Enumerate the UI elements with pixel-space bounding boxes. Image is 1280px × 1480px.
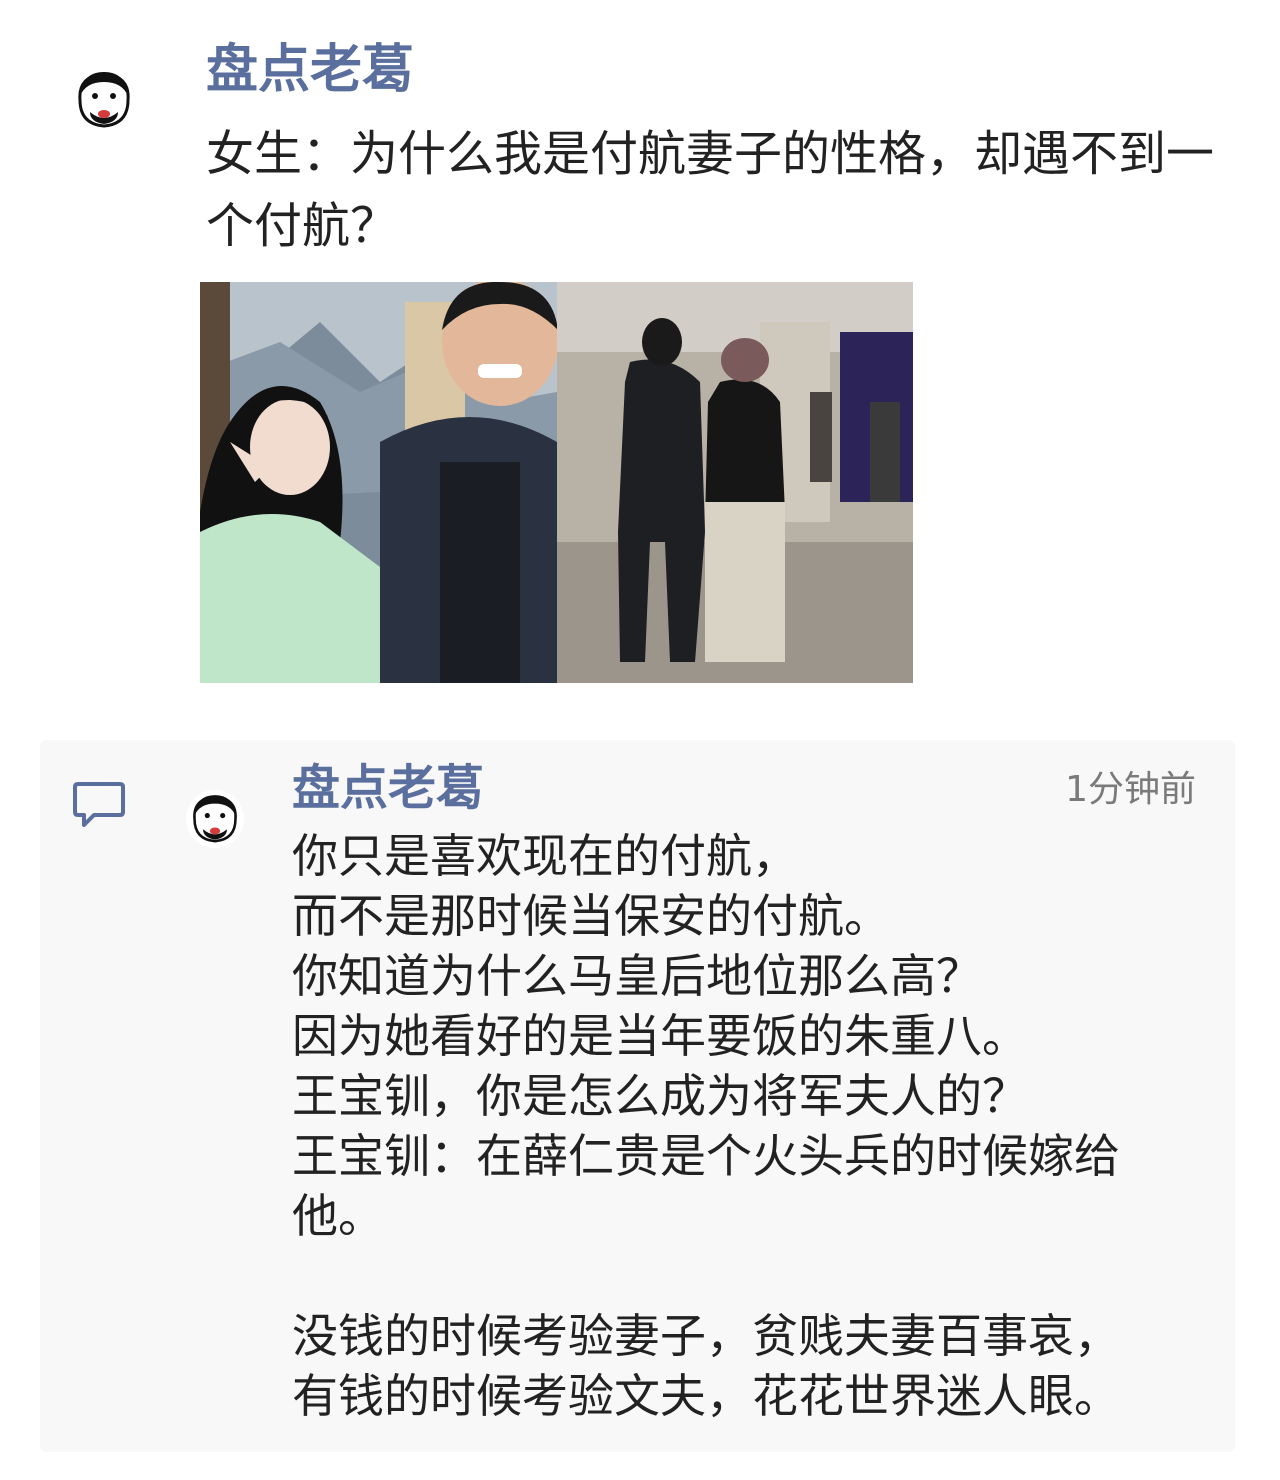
photo-selfie-couple <box>200 282 558 683</box>
reply-author-name[interactable]: 盘点老葛 <box>292 758 484 818</box>
reply-line: 因为她看好的是当年要饭的朱重八。 <box>292 1009 1028 1063</box>
reply-text: 你只是喜欢现在的付航， 而不是那时候当保安的付航。 你知道为什么马皇后地位那么高… <box>292 826 1212 1426</box>
reply-line: 他。 <box>292 1189 384 1243</box>
post-author-name[interactable]: 盘点老葛 <box>206 38 414 102</box>
reply-author-avatar[interactable] <box>186 790 244 848</box>
photo-mall-walking <box>557 282 913 683</box>
reply-line: 王宝钏，你是怎么成为将军夫人的？ <box>292 1069 1028 1123</box>
cartoon-face-avatar-icon <box>78 72 130 128</box>
reply-line: 你只是喜欢现在的付航， <box>292 829 798 883</box>
cartoon-face-avatar-icon <box>193 795 237 843</box>
reply-line: 没钱的时候考验妻子，贫贱夫妻百事哀， <box>292 1309 1120 1363</box>
post-text: 女生：为什么我是付航妻子的性格，却遇不到一个付航？ <box>206 126 1215 254</box>
author-avatar[interactable] <box>70 66 138 134</box>
reply-line: 而不是那时候当保安的付航。 <box>292 889 890 943</box>
comment-bubble-icon[interactable] <box>72 780 126 830</box>
reply-line: 有钱的时候考验文夫，花花世界迷人眼。 <box>292 1369 1120 1423</box>
reply-line: 你知道为什么马皇后地位那么高？ <box>292 949 982 1003</box>
reply-line: 王宝钏：在薛仁贵是个火头兵的时候嫁给 <box>292 1129 1120 1183</box>
original-post: 盘点老葛 女生：为什么我是付航妻子的性格，却遇不到一个付航？ <box>0 0 1280 710</box>
post-image[interactable] <box>200 282 913 683</box>
reply-timestamp: 1分钟前 <box>1065 769 1196 810</box>
